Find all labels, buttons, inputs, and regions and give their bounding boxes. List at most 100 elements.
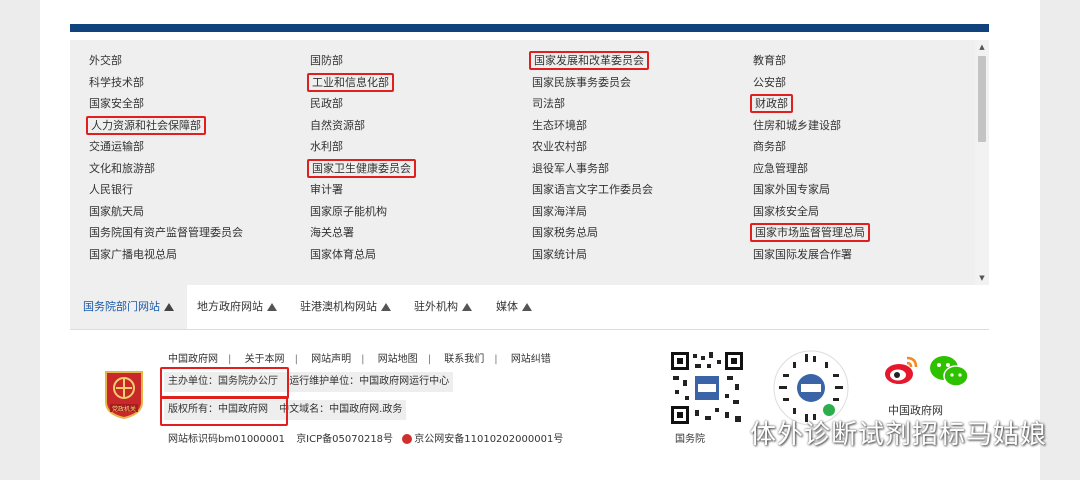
department-label: 退役军人事务部 bbox=[532, 161, 609, 175]
department-link[interactable]: 国家航天局 bbox=[86, 201, 306, 223]
department-label: 国家海洋局 bbox=[532, 204, 587, 218]
department-link[interactable]: 国家原子能机构 bbox=[307, 201, 527, 223]
triangle-up-icon bbox=[522, 303, 532, 311]
triangle-up-icon bbox=[164, 303, 174, 311]
department-link[interactable]: 人民银行 bbox=[86, 179, 306, 201]
wechat-icon[interactable] bbox=[929, 354, 969, 388]
department-link[interactable]: 退役军人事务部 bbox=[529, 158, 749, 180]
page: 外交部 科学技术部 国家安全部 人力资源和社会保障部 交通运输部 文化和旅游部 人民银行 国家… bbox=[40, 0, 1040, 480]
tab-overseas-offices[interactable]: 驻外机构 bbox=[414, 285, 472, 329]
department-label: 商务部 bbox=[753, 140, 786, 153]
police-badge-icon bbox=[402, 434, 413, 444]
department-link[interactable]: 国家海洋局 bbox=[529, 201, 749, 223]
department-label: 自然资源部 bbox=[310, 118, 365, 132]
department-label: 国家市场监督管理总局 bbox=[750, 223, 870, 242]
department-column-4: 教育部公安部财政部 住房和城乡建设部商务部应急管理部 国家外国专家局国家核安全局国家… bbox=[750, 50, 970, 265]
police-record-text[interactable]: 京公网安备11010202000001号 bbox=[414, 434, 563, 445]
watermark-text: 体外诊断试剂招标马姑娘 bbox=[750, 420, 1048, 450]
department-label: 国家安全部 bbox=[89, 97, 144, 110]
triangle-up-icon bbox=[267, 303, 277, 311]
department-link[interactable]: 国家卫生健康委员会 bbox=[307, 158, 527, 180]
department-label: 国家原子能机构 bbox=[310, 204, 387, 218]
department-link[interactable]: 商务部 bbox=[750, 136, 970, 158]
department-link[interactable]: 国家统计局 bbox=[529, 244, 749, 266]
department-label: 人民银行 bbox=[89, 183, 133, 196]
tab-state-council-departments[interactable]: 国务院部门网站 bbox=[70, 285, 187, 329]
domain-text: 中文域名：中国政府网.政务 bbox=[279, 404, 403, 415]
scroll-down-icon[interactable]: ▼ bbox=[975, 271, 989, 285]
department-link[interactable]: 外交部 bbox=[86, 50, 306, 72]
department-link[interactable]: 科学技术部 bbox=[86, 72, 306, 94]
department-link[interactable]: 公安部 bbox=[750, 72, 970, 94]
department-panel: 外交部 科学技术部 国家安全部 人力资源和社会保障部 交通运输部 文化和旅游部 人民银行 国家… bbox=[70, 40, 989, 285]
department-link[interactable]: 住房和城乡建设部 bbox=[750, 115, 970, 137]
tab-hk-macao-offices[interactable]: 驻港澳机构网站 bbox=[300, 285, 391, 329]
department-link[interactable]: 国家国际发展合作署 bbox=[750, 244, 970, 266]
footer-link-gov[interactable]: 中国政府网 bbox=[168, 354, 218, 365]
department-link[interactable]: 国家民族事务委员会 bbox=[529, 72, 749, 94]
department-link[interactable]: 国家语言文字工作委员会 bbox=[529, 179, 749, 201]
department-label: 海关总署 bbox=[310, 226, 354, 239]
department-label: 科学技术部 bbox=[89, 75, 144, 89]
department-label: 工业和信息化部 bbox=[307, 72, 394, 92]
tab-label: 国务院部门网站 bbox=[83, 300, 160, 313]
department-link[interactable]: 国务院国有资产监督管理委员会 bbox=[86, 222, 306, 244]
department-link[interactable]: 国防部 bbox=[307, 50, 527, 72]
department-link[interactable]: 自然资源部 bbox=[307, 115, 527, 137]
department-link[interactable]: 人力资源和社会保障部 bbox=[86, 115, 306, 137]
department-link[interactable]: 海关总署 bbox=[307, 222, 527, 244]
department-label: 农业农村部 bbox=[532, 140, 587, 153]
weibo-icon[interactable] bbox=[883, 352, 919, 388]
party-government-emblem-icon[interactable]: 党政机关 bbox=[102, 368, 146, 420]
department-column-1: 外交部科学技术部国家安全部人力资源和社会保障部 交通运输部文化和旅游部 人民银行国家… bbox=[86, 50, 306, 265]
footer-link-statement[interactable]: 网站声明 bbox=[311, 354, 351, 365]
department-label: 外交部 bbox=[89, 54, 122, 67]
department-link[interactable]: 财政部 bbox=[750, 93, 970, 115]
department-link[interactable]: 农业农村部 bbox=[529, 136, 749, 158]
department-label: 国家统计局 bbox=[532, 247, 587, 261]
department-link[interactable]: 应急管理部 bbox=[750, 158, 970, 180]
department-link[interactable]: 文化和旅游部 bbox=[86, 158, 306, 180]
scroll-up-icon[interactable]: ▲ bbox=[975, 40, 989, 54]
scroll-thumb[interactable] bbox=[978, 56, 986, 142]
department-column-3: 国家发展和改革委员会 国家民族事务委员会 司法部 生态环境部 农业农村部 退役军人事务部国… bbox=[529, 50, 749, 265]
department-label: 公安部 bbox=[753, 75, 786, 89]
department-link[interactable]: 交通运输部 bbox=[86, 136, 306, 158]
tab-media[interactable]: 媒体 bbox=[496, 285, 532, 329]
department-link[interactable]: 水利部 bbox=[307, 136, 527, 158]
department-link[interactable]: 工业和信息化部 bbox=[307, 72, 527, 94]
scrollbar[interactable]: ▲ ▼ bbox=[975, 40, 989, 285]
department-label: 司法部 bbox=[532, 97, 565, 110]
tab-local-government[interactable]: 地方政府网站 bbox=[197, 285, 277, 329]
icp-text[interactable]: 京ICP备05070218号 bbox=[288, 434, 393, 445]
department-link[interactable]: 司法部 bbox=[529, 93, 749, 115]
qr-code-app-label: 国务院 bbox=[675, 434, 705, 445]
department-label: 国家核安全局 bbox=[753, 204, 819, 218]
department-link[interactable]: 国家核安全局 bbox=[750, 201, 970, 223]
wechat-watermark-icon bbox=[714, 423, 743, 444]
department-column-2: 国防部 工业和信息化部 民政部自然资源部水利部 国家卫生健康委员会审计署国家原子能机构… bbox=[307, 50, 527, 265]
footer-link-sitemap[interactable]: 网站地图 bbox=[378, 354, 418, 365]
department-link[interactable]: 国家市场监督管理总局 bbox=[750, 222, 970, 244]
footer-link-contact[interactable]: 联系我们 bbox=[444, 354, 484, 365]
department-link[interactable]: 国家税务总局 bbox=[529, 222, 749, 244]
footer-nav: 中国政府网 | 关于本网 | 网站声明 | 网站地图 | 联系我们 | 网站纠错 bbox=[168, 354, 551, 365]
department-link[interactable]: 民政部 bbox=[307, 93, 527, 115]
department-link[interactable]: 国家安全部 bbox=[86, 93, 306, 115]
department-label: 审计署 bbox=[310, 183, 343, 196]
department-label: 国家语言文字工作委员会 bbox=[532, 183, 653, 196]
department-link[interactable]: 审计署 bbox=[307, 179, 527, 201]
department-link[interactable]: 国家体育总局 bbox=[307, 244, 527, 266]
department-label: 教育部 bbox=[753, 54, 786, 67]
department-link[interactable]: 教育部 bbox=[750, 50, 970, 72]
department-link[interactable]: 生态环境部 bbox=[529, 115, 749, 137]
department-link[interactable]: 国家外国专家局 bbox=[750, 179, 970, 201]
highlight-box bbox=[160, 367, 289, 399]
highlight-box bbox=[160, 396, 288, 426]
department-label: 国家民族事务委员会 bbox=[532, 75, 631, 89]
footer-link-correction[interactable]: 网站纠错 bbox=[511, 354, 551, 365]
footer-link-about[interactable]: 关于本网 bbox=[245, 354, 285, 365]
department-link[interactable]: 国家发展和改革委员会 bbox=[529, 50, 749, 72]
department-label: 文化和旅游部 bbox=[89, 161, 155, 175]
department-link[interactable]: 国家广播电视总局 bbox=[86, 244, 306, 266]
